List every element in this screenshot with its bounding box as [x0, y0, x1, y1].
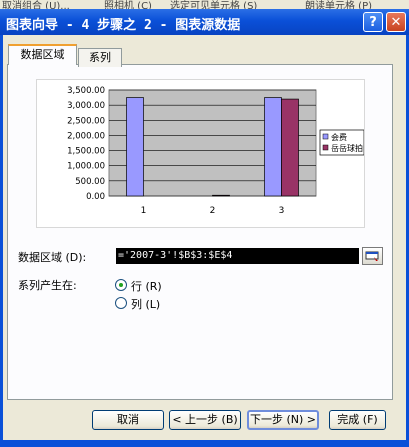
chart-preview: 3,500.00 3,000.00 2,500.00 2,000.00 1,500.00…	[36, 79, 365, 228]
columns-radio-label[interactable]: 列 (L)	[131, 296, 160, 312]
collapse-icon	[365, 251, 379, 261]
legend-swatch	[322, 133, 329, 140]
dialog-bottom-border	[0, 440, 409, 447]
help-button[interactable]: ?	[363, 12, 383, 32]
title-bar[interactable]: 图表向导 - 4 步骤之 2 - 图表源数据 ? ✕	[0, 9, 409, 35]
x-tick-label: 1	[141, 206, 147, 216]
collapse-dialog-button[interactable]	[362, 247, 383, 265]
rows-radio-label[interactable]: 行 (R)	[131, 278, 162, 294]
cancel-button[interactable]: 取消	[92, 410, 164, 430]
x-tick-label: 3	[279, 206, 285, 216]
x-tick-label: 2	[210, 206, 216, 216]
y-tick-label: 1,500.00	[67, 147, 105, 157]
series-in-label: 系列产生在:	[18, 279, 77, 292]
y-tick-label: 2,500.00	[67, 116, 105, 126]
legend-entry: 岳岳球拍	[331, 143, 363, 153]
tab-series[interactable]: 系列	[78, 48, 122, 67]
legend-swatch	[322, 144, 329, 151]
y-tick-label: 2,000.00	[67, 131, 105, 141]
next-button[interactable]: 下一步 (N) >	[247, 410, 319, 430]
bar-会费	[264, 97, 282, 197]
close-button[interactable]: ✕	[386, 12, 406, 32]
rows-radio[interactable]	[115, 279, 127, 291]
bar-岳岳球拍	[281, 98, 299, 197]
chart-svg: 3,500.00 3,000.00 2,500.00 2,000.00 1,500.00…	[67, 86, 365, 216]
y-tick-label: 3,000.00	[67, 101, 105, 111]
y-tick-label: 500.00	[75, 177, 105, 187]
columns-radio[interactable]	[115, 297, 127, 309]
bar-会费	[126, 97, 144, 197]
tab-data-range[interactable]: 数据区域	[8, 44, 77, 65]
data-range-label: 数据区域 (D):	[18, 251, 87, 264]
back-button[interactable]: < 上一步 (B)	[169, 410, 241, 430]
legend-entry: 会费	[331, 132, 347, 142]
finish-button[interactable]: 完成 (F)	[329, 410, 386, 430]
y-tick-label: 0.00	[86, 192, 105, 202]
data-range-input[interactable]: ='2007-3'!$B$3:$E$4	[116, 248, 359, 264]
y-tick-label: 1,000.00	[67, 162, 105, 172]
y-tick-label: 3,500.00	[67, 86, 105, 96]
bar-岳岳球拍	[212, 194, 230, 197]
window-title: 图表向导 - 4 步骤之 2 - 图表源数据	[6, 18, 241, 33]
